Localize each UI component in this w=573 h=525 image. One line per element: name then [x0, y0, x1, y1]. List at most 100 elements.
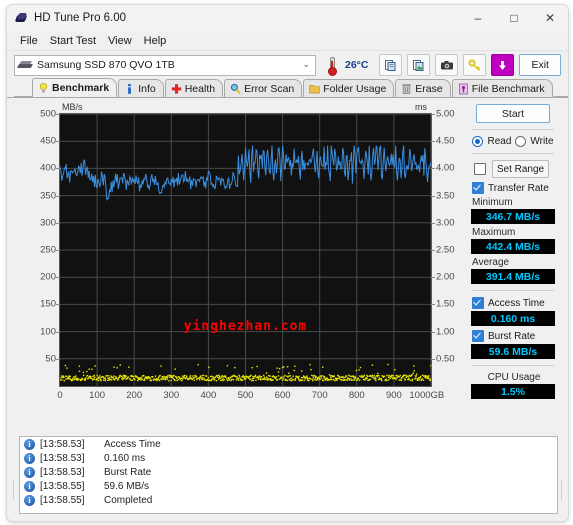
menu-item-view[interactable]: View	[102, 34, 138, 48]
log-timestamp: [13:58.55]	[40, 480, 85, 492]
y2-axis-tick-label: 0.50	[436, 353, 455, 365]
file-benchmark-icon	[458, 83, 469, 95]
access-time-checkbox[interactable]	[472, 297, 484, 309]
burst-rate-row: Burst Rate	[472, 330, 556, 342]
x-axis-tick-label: 1000GB	[409, 390, 445, 401]
chart-svg	[60, 114, 431, 386]
info-icon: i	[24, 466, 35, 478]
drive-name: Samsung SSD 870 QVO 1TB	[37, 59, 175, 71]
y-axis-tick-mark	[56, 250, 60, 251]
set-range-button[interactable]: Set Range	[492, 160, 549, 178]
transfer-rate-label: Transfer Rate	[488, 182, 549, 194]
x-axis-tick-label: 900	[385, 390, 402, 401]
copy-icon[interactable]	[379, 54, 403, 76]
copy-image-icon[interactable]	[407, 54, 431, 76]
menu-item-file[interactable]: File	[14, 34, 44, 48]
settings-icon[interactable]	[463, 54, 487, 76]
log-message: Completed	[104, 494, 153, 506]
tab-erase[interactable]: Erase	[395, 79, 451, 97]
log-message: 59.6 MB/s	[104, 480, 150, 492]
exit-button[interactable]: Exit	[519, 54, 561, 76]
y2-axis-tick-label: 1.50	[436, 298, 455, 310]
mode-radio-group: Read Write	[470, 136, 556, 147]
burst-rate-checkbox[interactable]	[472, 330, 484, 342]
log-row[interactable]: i [13:58.53] Burst Rate	[20, 465, 557, 479]
y2-axis-tick-mark	[431, 304, 435, 306]
window-title: HD Tune Pro 6.00	[34, 12, 127, 24]
log-message: Burst Rate	[104, 466, 152, 478]
y2-axis-tick-label: 1.00	[436, 326, 455, 338]
tab-folder-usage-label: Folder Usage	[323, 82, 387, 95]
minimum-value: 346.7 MB/s	[471, 209, 555, 224]
x-axis-tick-label: 500	[237, 390, 254, 401]
start-button[interactable]: Start	[476, 104, 550, 123]
info-icon: i	[24, 438, 35, 450]
y2-axis-tick-mark	[431, 114, 435, 115]
tab-error-scan[interactable]: Error Scan	[224, 79, 303, 97]
log-row[interactable]: i [13:58.55] 59.6 MB/s	[20, 479, 557, 493]
tab-file-benchmark[interactable]: File Benchmark	[451, 79, 553, 97]
y2-axis-tick-mark	[431, 331, 435, 333]
info-icon: i	[24, 494, 35, 506]
tab-file-benchmark-label: File Benchmark	[471, 82, 545, 95]
toolbar: Samsung SSD 870 QVO 1TB ⌄ 26°C Exit	[7, 51, 568, 79]
drive-select[interactable]: Samsung SSD 870 QVO 1TB ⌄	[14, 54, 316, 76]
y-axis-tick-mark	[56, 195, 60, 197]
tab-health[interactable]: Health	[164, 79, 224, 97]
x-axis-tick-label: 700	[311, 390, 328, 401]
access-time-label: Access Time	[488, 297, 545, 309]
y-axis-tick-label: 400	[40, 162, 56, 174]
log-row[interactable]: i [13:58.53] 0.160 ms	[20, 451, 557, 465]
y-axis-tick-label: 150	[40, 298, 56, 310]
y-axis-tick-label: 250	[40, 244, 56, 256]
set-range-checkbox[interactable]	[474, 163, 486, 175]
read-radio[interactable]	[472, 136, 484, 147]
camera-icon[interactable]	[435, 54, 459, 76]
tab-info-label: Info	[138, 82, 156, 95]
y2-axis-tick-label: 2.00	[436, 271, 455, 283]
tab-folder-usage[interactable]: Folder Usage	[303, 79, 395, 97]
lightbulb-icon	[38, 82, 49, 94]
maximum-value: 442.4 MB/s	[471, 239, 555, 254]
y-axis-tick-label: 450	[40, 135, 56, 147]
temperature-value: 26°C	[345, 59, 369, 71]
x-axis-tick-label: 0	[57, 390, 63, 401]
hdtune-logo-icon	[14, 12, 28, 25]
menu-bar: File Start Test View Help	[7, 31, 568, 51]
read-label: Read	[487, 136, 512, 147]
y-axis-tick-label: 350	[40, 190, 56, 202]
menu-item-help[interactable]: Help	[138, 34, 173, 48]
menu-item-start-test[interactable]: Start Test	[44, 34, 102, 48]
log-list[interactable]: i [13:58.53] Access Time i [13:58.53] 0.160 m…	[19, 436, 558, 514]
close-button[interactable]: ✕	[532, 5, 568, 31]
y2-axis-tick-mark	[431, 250, 435, 251]
transfer-rate-checkbox[interactable]	[472, 182, 484, 194]
hdd-icon	[16, 60, 34, 70]
y-axis-tick-label: 200	[40, 271, 56, 283]
y-axis-tick-mark	[56, 168, 60, 170]
y2-axis-tick-mark	[431, 358, 435, 360]
maximize-button[interactable]: □	[496, 5, 532, 31]
control-panel: Start Read Write Set Range Transfer Rate…	[470, 102, 556, 399]
log-row[interactable]: i [13:58.53] Access Time	[20, 437, 557, 451]
burst-rate-label: Burst Rate	[488, 330, 536, 342]
cpu-usage-label: CPU Usage	[487, 372, 541, 383]
app-window: HD Tune Pro 6.00 – □ ✕ File Start Test V…	[6, 4, 569, 522]
tab-health-label: Health	[184, 82, 216, 95]
minimize-button[interactable]: –	[460, 5, 496, 31]
chevron-down-icon: ⌄	[302, 58, 310, 69]
y2-axis-tick-label: 3.00	[436, 217, 455, 229]
thermometer-icon	[325, 55, 338, 76]
x-axis-tick-label: 600	[274, 390, 291, 401]
folder-icon	[309, 83, 320, 95]
tab-strip: Benchmark Info Health Error Scan Folder …	[7, 78, 568, 98]
write-radio[interactable]	[515, 136, 527, 147]
log-timestamp: [13:58.53]	[40, 452, 85, 464]
tab-info[interactable]: Info	[118, 79, 164, 97]
log-row[interactable]: i [13:58.55] Completed	[20, 493, 557, 507]
benchmark-chart: MB/s ms yinghezhan.com 50 100 150 200 250 300…	[15, 102, 455, 402]
info-icon: i	[24, 452, 35, 464]
download-icon[interactable]	[491, 54, 515, 76]
tab-benchmark[interactable]: Benchmark	[32, 78, 118, 97]
y-axis-tick-mark	[56, 277, 60, 279]
